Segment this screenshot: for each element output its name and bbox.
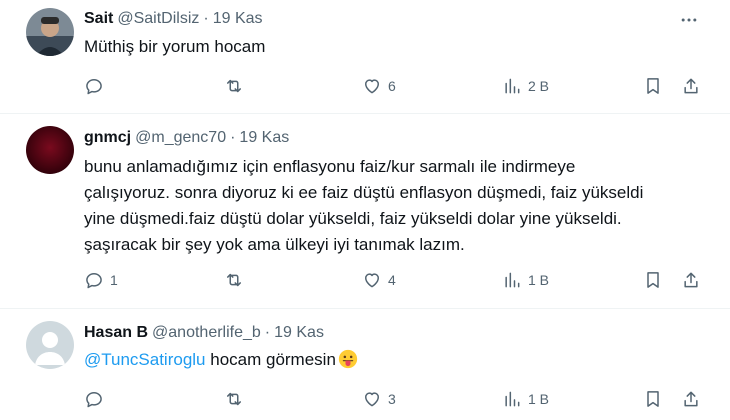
bookmark-icon	[647, 78, 659, 94]
tweet-text-line: şaşıracak bir şey yok ama ülkeyi iyi tan…	[84, 235, 465, 254]
tweet-text-line: bunu anlamadığımız için enflasyonu faiz/…	[84, 157, 576, 176]
bookmark-button[interactable]	[643, 388, 663, 410]
tweet-text-line: yine düşmedi.faiz düştü dolar yükseldi, …	[84, 209, 622, 228]
share-button[interactable]	[681, 75, 701, 97]
avatar-hasan-b[interactable]	[26, 321, 74, 369]
retweet-icon	[227, 392, 241, 406]
views-icon	[505, 78, 520, 94]
tweet-date[interactable]: 19 Kas	[213, 9, 263, 29]
like-button[interactable]: 6	[362, 75, 396, 97]
tweet-text: @TuncSatiroglu hocam görmesin	[84, 347, 694, 373]
views-count: 1 B	[528, 272, 550, 288]
like-icon	[365, 273, 379, 288]
views-button[interactable]: 2 B	[502, 75, 549, 97]
tweet-text-body: hocam görmesin	[205, 350, 336, 369]
tongue-emoji	[338, 349, 358, 369]
tweet-date[interactable]: 19 Kas	[239, 128, 289, 148]
like-icon	[365, 79, 379, 94]
like-count: 6	[388, 78, 396, 94]
retweet-button[interactable]	[224, 75, 250, 97]
separator-dot: ·	[203, 10, 209, 27]
retweet-icon	[227, 273, 241, 287]
bookmark-icon	[647, 391, 659, 407]
share-button[interactable]	[681, 388, 701, 410]
share-icon	[684, 272, 698, 288]
bookmark-button[interactable]	[643, 75, 663, 97]
retweet-button[interactable]	[224, 388, 250, 410]
tweet-1[interactable]: Sait @SaitDilsiz · 19 Kas Müthiş bir yor…	[0, 0, 730, 112]
like-button[interactable]: 4	[362, 269, 396, 291]
reply-count: 1	[110, 272, 118, 288]
author-handle[interactable]: @anotherlife_b	[152, 323, 261, 343]
mention-link[interactable]: @TuncSatiroglu	[84, 350, 206, 369]
reply-icon	[86, 273, 102, 289]
tweet-text: bunu anlamadığımız için enflasyonu faiz/…	[84, 154, 694, 258]
share-button[interactable]	[681, 269, 701, 291]
bookmark-icon	[647, 272, 659, 288]
views-count: 2 B	[528, 78, 550, 94]
reply-icon	[86, 79, 102, 95]
author-handle[interactable]: @m_genc70	[135, 128, 226, 148]
views-icon	[505, 391, 520, 407]
tweet-3[interactable]: Hasan B @anotherlife_b · 19 Kas @TuncSat…	[0, 309, 730, 420]
more-icon[interactable]	[678, 10, 700, 30]
reply-button[interactable]: 1	[84, 269, 118, 291]
author-name[interactable]: Sait	[84, 9, 113, 29]
views-button[interactable]: 1 B	[502, 388, 549, 410]
reply-icon	[86, 392, 102, 408]
tweet-actions: 3 1 B	[84, 388, 704, 410]
bookmark-button[interactable]	[643, 269, 663, 291]
like-icon	[365, 392, 379, 407]
author-name[interactable]: gnmcj	[84, 128, 131, 148]
share-icon	[684, 391, 698, 407]
avatar-gnmcj[interactable]	[26, 126, 74, 174]
like-count: 3	[388, 391, 396, 407]
reply-button[interactable]	[84, 388, 110, 410]
author-handle[interactable]: @SaitDilsiz	[117, 9, 199, 29]
separator-dot: ·	[230, 129, 236, 146]
views-count: 1 B	[528, 391, 550, 407]
retweet-icon	[227, 79, 241, 93]
separator-dot: ·	[264, 324, 271, 341]
retweet-button[interactable]	[224, 269, 250, 291]
avatar-sait[interactable]	[26, 8, 74, 56]
tweet-actions: 6 2 B	[84, 75, 704, 97]
reply-button[interactable]	[84, 75, 110, 97]
tweet-2[interactable]: gnmcj @m_genc70 · 19 Kas bunu anlamadığı…	[0, 114, 730, 308]
views-icon	[505, 272, 520, 288]
share-icon	[684, 78, 698, 94]
views-button[interactable]: 1 B	[502, 269, 549, 291]
tweet-text: Müthiş bir yorum hocam	[84, 37, 266, 56]
tweet-text-line: çalışıyoruz. sonra diyoruz ki ee faiz dü…	[84, 183, 644, 202]
tweet-date[interactable]: 19 Kas	[274, 323, 324, 343]
like-count: 4	[388, 272, 396, 288]
like-button[interactable]: 3	[362, 388, 396, 410]
author-name[interactable]: Hasan B	[84, 323, 148, 343]
tweet-actions: 1 4 1 B	[84, 269, 704, 291]
